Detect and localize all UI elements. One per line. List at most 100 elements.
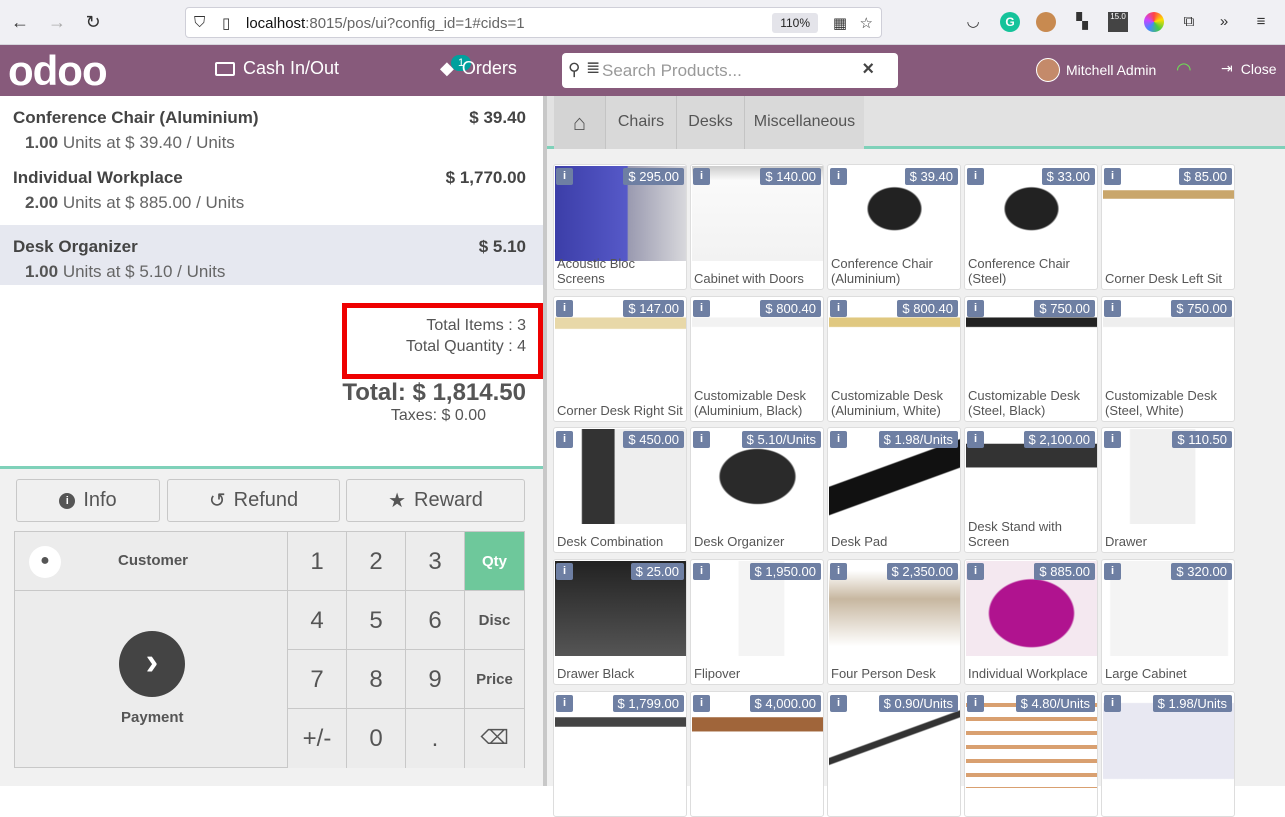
numpad-key-dot[interactable]: . xyxy=(406,709,465,768)
product-card[interactable]: i $ 1.98/Units Desk Pad xyxy=(827,427,961,553)
numpad-key-9[interactable]: 9 xyxy=(406,650,465,709)
mode-price-button[interactable]: Price xyxy=(465,650,524,709)
payment-button[interactable]: › Payment xyxy=(15,591,288,767)
product-card[interactable]: i $ 1,950.00 Flipover xyxy=(690,559,824,685)
numpad-key-2[interactable]: 2 xyxy=(347,532,406,591)
user-menu[interactable]: Mitchell Admin xyxy=(1036,58,1156,82)
orderline-selected[interactable]: Desk Organizer $ 5.10 1.00 Units at $ 5.… xyxy=(0,225,543,285)
url-text[interactable]: localhost:8015/pos/ui?config_id=1#cids=1 xyxy=(246,15,525,32)
numpad-key-7[interactable]: 7 xyxy=(288,650,347,709)
product-card[interactable]: i $ 4,000.00 xyxy=(690,691,824,817)
customer-button[interactable]: ● Customer xyxy=(15,532,288,591)
product-info-icon[interactable]: i xyxy=(1104,431,1121,448)
product-card[interactable]: i $ 450.00 Desk Combination xyxy=(553,427,687,553)
monkey-icon[interactable] xyxy=(1036,12,1056,32)
clear-search-icon[interactable]: × xyxy=(862,58,874,81)
numpad-key-5[interactable]: 5 xyxy=(347,591,406,650)
product-card[interactable]: i $ 800.40 Customizable Desk (Aluminium, B… xyxy=(690,296,824,422)
product-info-icon[interactable]: i xyxy=(830,695,847,712)
odoo-debug-icon[interactable]: 15.0 xyxy=(1108,12,1128,32)
product-info-icon[interactable]: i xyxy=(967,563,984,580)
puzzle-icon[interactable]: ⧉ xyxy=(1179,12,1199,32)
info-button[interactable]: i Info xyxy=(16,479,160,522)
product-card[interactable]: i $ 25.00 Drawer Black xyxy=(553,559,687,685)
product-info-icon[interactable]: i xyxy=(967,431,984,448)
mode-qty-button[interactable]: Qty xyxy=(465,532,524,591)
product-card[interactable]: i $ 800.40 Customizable Desk (Aluminium, W… xyxy=(827,296,961,422)
product-card[interactable]: i $ 2,350.00 Four Person Desk xyxy=(827,559,961,685)
mode-disc-button[interactable]: Disc xyxy=(465,591,524,650)
product-card[interactable]: i $ 4.80/Units xyxy=(964,691,1098,817)
product-info-icon[interactable]: i xyxy=(1104,168,1121,185)
product-card[interactable]: i $ 295.00 Acoustic Bloc Screens xyxy=(553,164,687,290)
product-card[interactable]: i $ 39.40 Conference Chair (Aluminium) xyxy=(827,164,961,290)
product-card[interactable]: i $ 320.00 Large Cabinet xyxy=(1101,559,1235,685)
overflow-icon[interactable]: » xyxy=(1214,12,1234,32)
search-input[interactable] xyxy=(602,59,852,82)
product-info-icon[interactable]: i xyxy=(693,563,710,580)
product-info-icon[interactable]: i xyxy=(830,300,847,317)
close-button[interactable]: ⇥ Close xyxy=(1221,60,1277,77)
numpad-key-4[interactable]: 4 xyxy=(288,591,347,650)
qr-icon[interactable]: ▦ xyxy=(833,14,847,32)
product-card[interactable]: i $ 750.00 Customizable Desk (Steel, Black… xyxy=(964,296,1098,422)
product-card[interactable]: i $ 33.00 Conference Chair (Steel) xyxy=(964,164,1098,290)
product-info-icon[interactable]: i xyxy=(693,300,710,317)
home-icon[interactable]: ⌂ xyxy=(554,96,605,149)
reward-button[interactable]: ★ Reward xyxy=(346,479,525,522)
orderline[interactable]: Individual Workplace $ 1,770.00 2.00 Uni… xyxy=(0,156,543,216)
product-info-icon[interactable]: i xyxy=(693,431,710,448)
refund-button[interactable]: ↺ Refund xyxy=(167,479,340,522)
zoom-level[interactable]: 110% xyxy=(772,13,818,33)
pocket-icon[interactable]: ◡ xyxy=(963,12,983,32)
category-miscellaneous[interactable]: Miscellaneous xyxy=(744,96,864,149)
numpad-key-sign[interactable]: +/- xyxy=(288,709,347,768)
numpad-key-3[interactable]: 3 xyxy=(406,532,465,591)
numpad-key-1[interactable]: 1 xyxy=(288,532,347,591)
numpad-key-8[interactable]: 8 xyxy=(347,650,406,709)
product-card[interactable]: i $ 1,799.00 xyxy=(553,691,687,817)
reload-icon[interactable]: ↻ xyxy=(81,10,105,34)
product-info-icon[interactable]: i xyxy=(556,300,573,317)
category-chairs[interactable]: Chairs xyxy=(605,96,676,149)
product-info-icon[interactable]: i xyxy=(830,563,847,580)
address-bar[interactable]: ⛉ ▯ localhost:8015/pos/ui?config_id=1#ci… xyxy=(185,7,882,38)
product-info-icon[interactable]: i xyxy=(556,168,573,185)
numpad-key-0[interactable]: 0 xyxy=(347,709,406,768)
product-info-icon[interactable]: i xyxy=(1104,695,1121,712)
product-info-icon[interactable]: i xyxy=(830,168,847,185)
product-info-icon[interactable]: i xyxy=(967,695,984,712)
product-card[interactable]: i $ 5.10/Units Desk Organizer xyxy=(690,427,824,553)
category-desks[interactable]: Desks xyxy=(676,96,744,149)
product-card[interactable]: i $ 110.50 Drawer xyxy=(1101,427,1235,553)
menu-icon[interactable]: ≡ xyxy=(1251,12,1271,32)
backspace-icon[interactable]: ⌫ xyxy=(465,709,524,768)
product-card[interactable]: i $ 750.00 Customizable Desk (Steel, White… xyxy=(1101,296,1235,422)
product-card[interactable]: i $ 85.00 Corner Desk Left Sit xyxy=(1101,164,1235,290)
product-card[interactable]: i $ 140.00 Cabinet with Doors xyxy=(690,164,824,290)
product-info-icon[interactable]: i xyxy=(556,431,573,448)
product-info-icon[interactable]: i xyxy=(693,168,710,185)
product-card[interactable]: i $ 147.00 Corner Desk Right Sit xyxy=(553,296,687,422)
extensions-grid-icon[interactable]: ▚ xyxy=(1072,12,1092,32)
product-card[interactable]: i $ 885.00 Individual Workplace xyxy=(964,559,1098,685)
star-icon[interactable]: ☆ xyxy=(860,14,873,32)
product-info-icon[interactable]: i xyxy=(967,300,984,317)
color-picker-icon[interactable] xyxy=(1144,12,1164,32)
product-info-icon[interactable]: i xyxy=(556,695,573,712)
product-info-icon[interactable]: i xyxy=(830,431,847,448)
back-icon[interactable]: ← xyxy=(8,10,32,34)
product-info-icon[interactable]: i xyxy=(1104,300,1121,317)
product-card[interactable]: i $ 1.98/Units xyxy=(1101,691,1235,817)
product-info-icon[interactable]: i xyxy=(967,168,984,185)
product-card[interactable]: i $ 2,100.00 Desk Stand with Screen xyxy=(964,427,1098,553)
orders-button[interactable]: ◆ Orders xyxy=(440,58,517,79)
cash-in-out-button[interactable]: Cash In/Out xyxy=(215,58,339,79)
orderline[interactable]: Conference Chair (Aluminium) $ 39.40 1.0… xyxy=(0,96,543,156)
product-info-icon[interactable]: i xyxy=(556,563,573,580)
product-info-icon[interactable]: i xyxy=(1104,563,1121,580)
forward-icon[interactable]: → xyxy=(45,10,69,34)
numpad-key-6[interactable]: 6 xyxy=(406,591,465,650)
product-card[interactable]: i $ 0.90/Units xyxy=(827,691,961,817)
grammarly-icon[interactable]: G xyxy=(1000,12,1020,32)
